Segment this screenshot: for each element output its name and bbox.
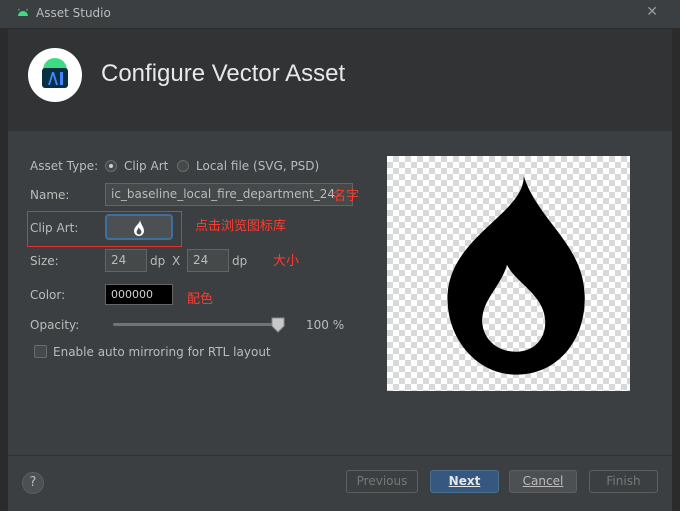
height-input[interactable]: 24: [187, 249, 229, 272]
window-title: Asset Studio: [36, 6, 111, 20]
color-label: Color:: [30, 288, 66, 302]
clip-art-annotation: 点击浏览图标库: [195, 219, 287, 234]
opacity-label: Opacity:: [30, 318, 80, 332]
android-icon: [16, 6, 30, 23]
help-button[interactable]: ?: [22, 472, 44, 494]
cancel-button[interactable]: Cancel: [509, 470, 577, 493]
footer-divider: [8, 455, 672, 456]
page-title: Configure Vector Asset: [101, 60, 346, 87]
opacity-value: 100 %: [306, 318, 345, 332]
size-annotation: 大小: [273, 254, 300, 269]
clip-art-radio[interactable]: [105, 160, 117, 172]
rtl-mirroring-checkbox[interactable]: [34, 345, 47, 358]
name-label: Name:: [30, 188, 70, 202]
opacity-slider-track[interactable]: [113, 323, 285, 326]
clip-art-radio-label[interactable]: Clip Art: [124, 159, 168, 173]
height-unit: dp: [232, 254, 248, 268]
local-fire-department-icon: [447, 176, 585, 375]
rtl-mirroring-label[interactable]: Enable auto mirroring for RTL layout: [53, 345, 271, 359]
opacity-slider-thumb[interactable]: [271, 317, 285, 333]
next-button[interactable]: Next: [430, 470, 499, 493]
color-annotation: 配色: [187, 292, 214, 307]
editor-edge: [0, 28, 8, 511]
asset-type-label: Asset Type:: [30, 159, 99, 173]
asset-preview: [387, 156, 630, 391]
color-input[interactable]: 000000: [105, 284, 173, 305]
fire-icon: [134, 220, 144, 236]
finish-button[interactable]: Finish: [589, 470, 658, 493]
editor-edge-right: [672, 28, 680, 511]
title-bar: Asset Studio ✕: [0, 0, 680, 29]
next-button-label: Next: [448, 474, 481, 488]
cancel-button-label: Cancel: [522, 474, 564, 488]
local-file-radio[interactable]: [177, 160, 189, 172]
width-input[interactable]: 24: [105, 249, 147, 272]
clip-art-button[interactable]: [105, 214, 173, 240]
size-separator: X: [172, 254, 181, 268]
clip-art-label: Clip Art:: [30, 221, 79, 235]
android-studio-icon: [28, 48, 82, 102]
dialog-header: Configure Vector Asset: [8, 29, 672, 131]
previous-button[interactable]: Previous: [346, 470, 418, 493]
width-unit: dp: [150, 254, 166, 268]
size-label: Size:: [30, 254, 59, 268]
local-file-radio-label[interactable]: Local file (SVG, PSD): [196, 159, 319, 173]
close-button[interactable]: ✕: [646, 4, 658, 20]
name-annotation: 名字: [333, 189, 360, 204]
name-input[interactable]: ic_baseline_local_fire_department_24: [105, 183, 353, 206]
